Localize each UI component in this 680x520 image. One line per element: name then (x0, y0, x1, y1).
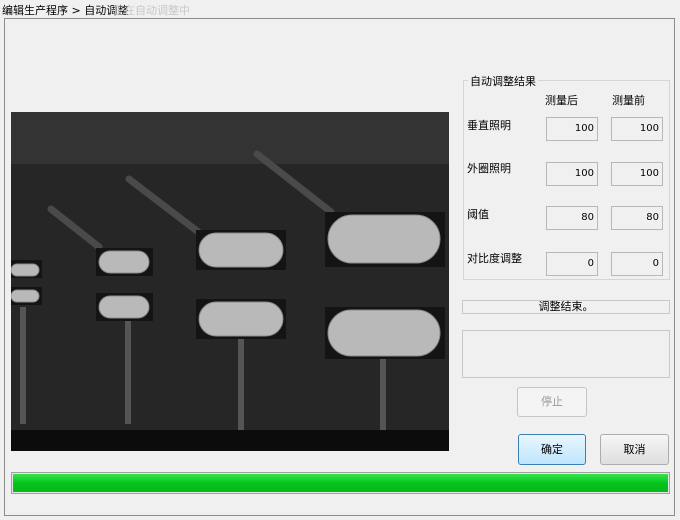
vertical-light-before: 100 (611, 117, 663, 141)
ok-button[interactable]: 确定 (518, 434, 586, 465)
contrast-after: 0 (546, 252, 598, 276)
cancel-button[interactable]: 取消 (600, 434, 669, 465)
col-header-before: 测量前 (612, 94, 645, 107)
row-label-contrast: 对比度调整 (467, 252, 522, 265)
ring-light-before: 100 (611, 162, 663, 186)
progress-bar (11, 472, 670, 494)
contrast-before: 0 (611, 252, 663, 276)
window-title-faded: 正在自动调整中 (113, 4, 190, 17)
title-bar: 编辑生产程序 > 自动调整 正在自动调整中 (0, 0, 680, 18)
col-header-after: 测量后 (545, 94, 578, 107)
camera-image (11, 112, 449, 451)
row-label-threshold: 阈值 (467, 208, 489, 221)
threshold-after: 80 (546, 206, 598, 230)
status-text: 调整结束。 (462, 300, 670, 314)
progress-fill (13, 474, 668, 492)
row-label-vertical-light: 垂直照明 (467, 119, 511, 132)
message-box (462, 330, 670, 378)
vertical-light-after: 100 (546, 117, 598, 141)
ring-light-after: 100 (546, 162, 598, 186)
stop-button[interactable]: 停止 (517, 387, 587, 417)
group-title: 自动调整结果 (468, 73, 538, 89)
row-label-ring-light: 外圈照明 (467, 162, 511, 175)
threshold-before: 80 (611, 206, 663, 230)
window-title: 编辑生产程序 > 自动调整 (2, 4, 129, 17)
